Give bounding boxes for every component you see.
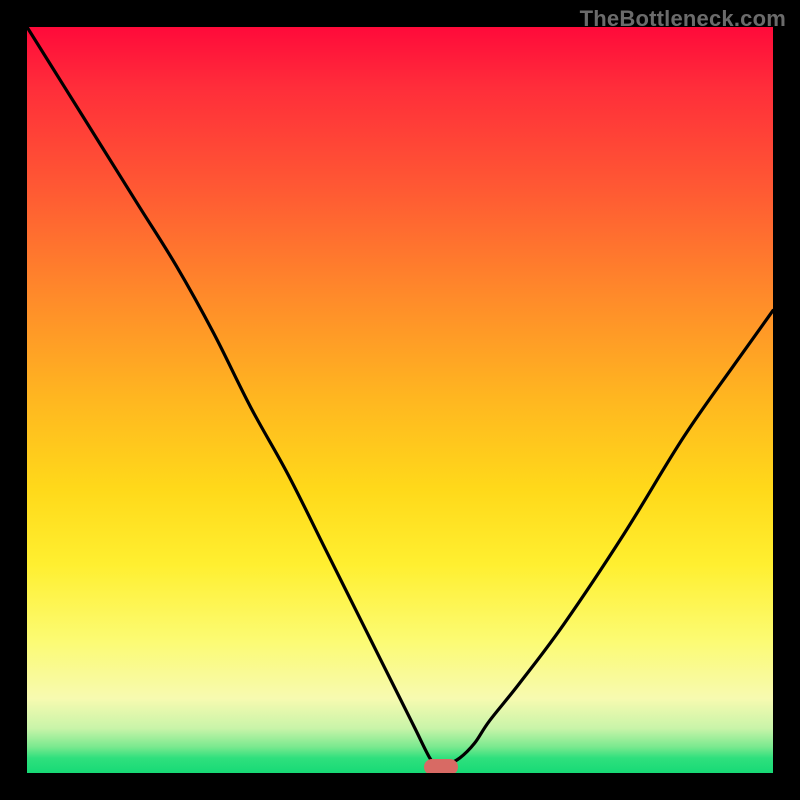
chart-frame: TheBottleneck.com [0, 0, 800, 800]
watermark-text: TheBottleneck.com [580, 6, 786, 32]
plot-area [27, 27, 773, 773]
bottleneck-curve [27, 27, 773, 773]
minimum-marker [424, 759, 458, 773]
